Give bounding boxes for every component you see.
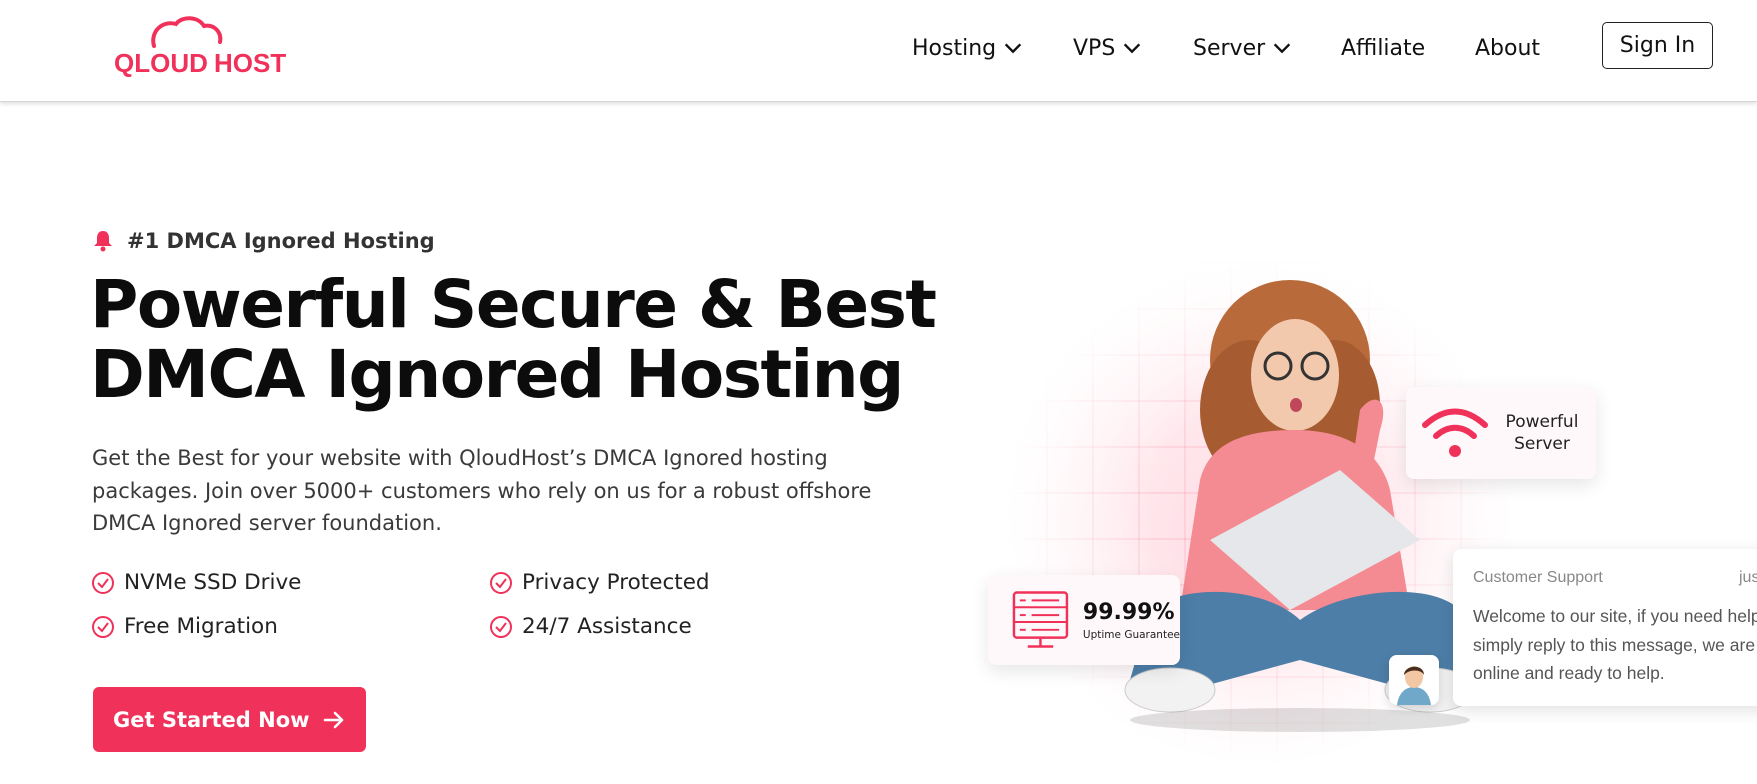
chat-sender: Customer Support: [1473, 569, 1603, 586]
nav-affiliate-label: Affiliate: [1341, 35, 1426, 61]
hero-description: Get the Best for your website with Qloud…: [92, 446, 872, 535]
nav-hosting-label: Hosting: [912, 35, 997, 61]
server-rack-icon: [1012, 591, 1069, 648]
feature-label: 24/7 Assistance: [522, 614, 692, 639]
nav-hosting[interactable]: Hosting: [912, 30, 1024, 66]
logo-text-qloud: QLOUD: [114, 48, 208, 78]
agent-avatar-icon: [1389, 655, 1439, 705]
nav-vps[interactable]: VPS: [1073, 30, 1143, 66]
logo-text-host: HOST: [214, 48, 286, 78]
hero-illustration-woman-with-laptop: [1110, 280, 1490, 780]
feature-item: Free Migration: [91, 614, 278, 639]
nav-vps-label: VPS: [1073, 35, 1116, 61]
chevron-down-icon: [1004, 43, 1022, 54]
powerful-server-label: Powerful Server: [1505, 412, 1579, 454]
nav-about[interactable]: About: [1475, 30, 1540, 66]
chat-message-line: simply reply to this message, we are: [1473, 634, 1756, 655]
check-circle-icon: [490, 615, 512, 638]
bell-icon: [94, 231, 112, 252]
feature-label: NVMe SSD Drive: [124, 570, 302, 595]
feature-label: Privacy Protected: [522, 570, 710, 595]
chat-popup[interactable]: Customer Support jus Welcome to our site…: [1453, 549, 1757, 706]
feature-item: Privacy Protected: [489, 570, 710, 595]
logo-mark: QLOUD HOST: [114, 16, 286, 78]
qloudhost-logo[interactable]: QLOUD HOST: [110, 12, 295, 84]
get-started-label: Get Started Now: [113, 707, 310, 732]
chat-timestamp: jus: [1739, 569, 1757, 586]
nav-server[interactable]: Server: [1193, 30, 1293, 66]
headline-line-1: Powerful Secure & Best: [90, 266, 937, 343]
check-circle-icon: [92, 571, 114, 594]
uptime-label: Uptime Guarantee: [1082, 628, 1180, 641]
wifi-icon: [1422, 408, 1488, 457]
uptime-card: 99.99% Uptime Guarantee: [988, 575, 1180, 665]
feature-item: NVMe SSD Drive: [91, 570, 301, 595]
headline-line-2: DMCA Ignored Hosting: [90, 336, 904, 413]
chat-message-line: Welcome to our site, if you need help: [1473, 606, 1757, 626]
nav-about-label: About: [1475, 35, 1541, 61]
check-circle-icon: [490, 571, 512, 594]
arrow-right-icon: [323, 711, 344, 729]
feature-label: Free Migration: [124, 614, 278, 639]
chat-message-line: online and ready to help.: [1473, 663, 1665, 683]
hero-headline: Powerful Secure & Best DMCA Ignored Host…: [90, 266, 937, 413]
uptime-percentage: 99.99%: [1082, 599, 1175, 625]
get-started-button[interactable]: Get Started Now: [93, 687, 366, 752]
powerful-server-card: Powerful Server: [1406, 387, 1596, 479]
chevron-down-icon: [1124, 43, 1141, 54]
nav-affiliate[interactable]: Affiliate: [1341, 30, 1425, 66]
site-header: QLOUD HOST Hosting VPS Server Affiliate …: [0, 0, 1757, 102]
sign-in-button[interactable]: Sign In: [1602, 22, 1713, 69]
eyebrow-text: #1 DMCA Ignored Hosting: [127, 229, 435, 253]
chat-message: Welcome to our site, if you need help si…: [1473, 602, 1757, 688]
chevron-down-icon: [1273, 43, 1291, 54]
uptime-values: 99.99% Uptime Guarantee: [1083, 600, 1180, 641]
hero-eyebrow: #1 DMCA Ignored Hosting: [91, 226, 435, 256]
check-circle-icon: [92, 615, 114, 638]
feature-item: 24/7 Assistance: [489, 614, 692, 639]
support-agent-avatar[interactable]: [1389, 655, 1439, 705]
nav-server-label: Server: [1193, 35, 1266, 61]
